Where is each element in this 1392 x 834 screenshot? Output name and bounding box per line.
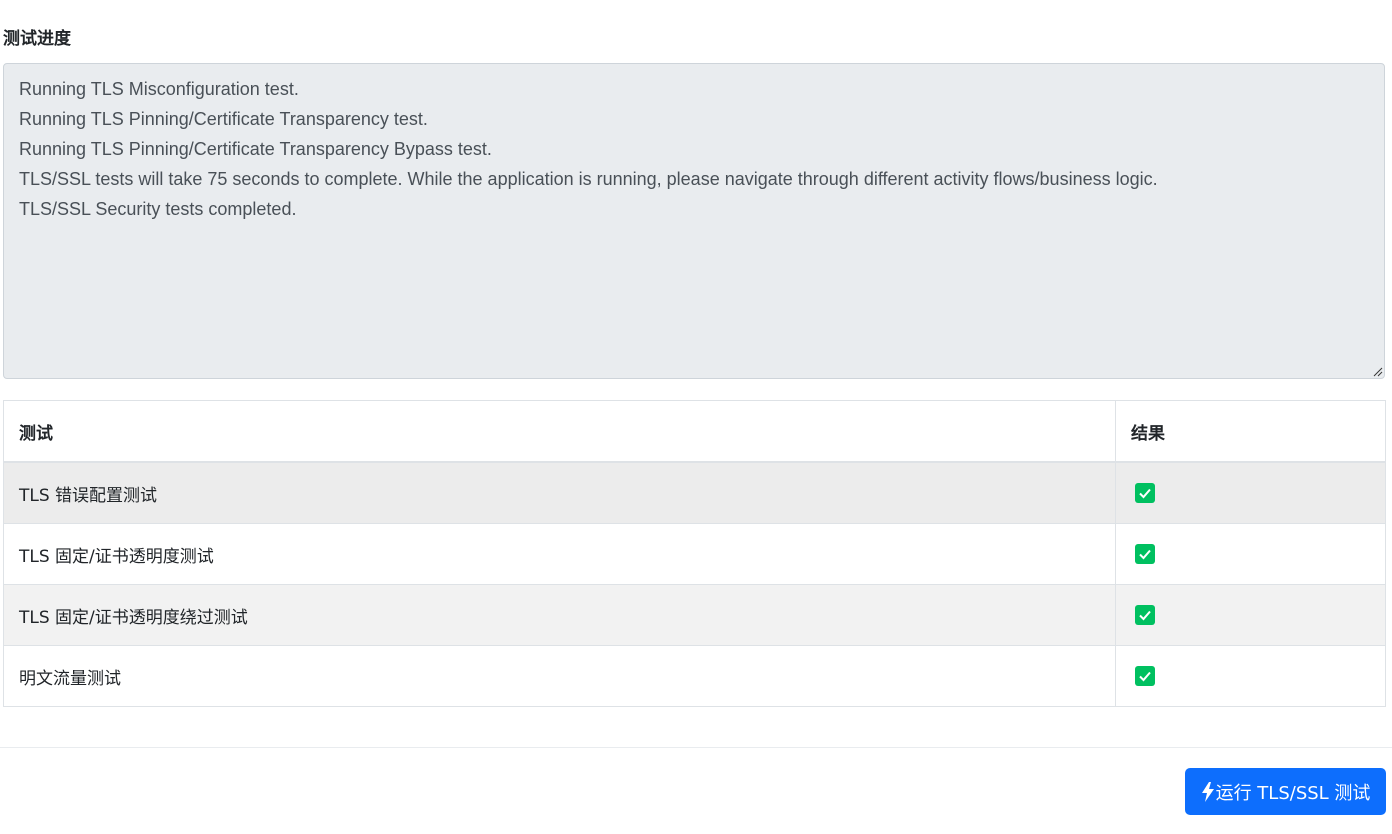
log-line: TLS/SSL Security tests completed.: [19, 199, 297, 219]
run-tls-ssl-test-button[interactable]: 运行 TLS/SSL 测试: [1185, 768, 1386, 815]
test-name-cell: TLS 固定/证书透明度绕过测试: [3, 584, 1116, 646]
check-icon: [1135, 605, 1155, 625]
progress-label: 测试进度: [3, 29, 71, 49]
result-cell: [1115, 645, 1386, 707]
column-header-test: 测试: [3, 400, 1116, 463]
log-line: Running TLS Misconfiguration test.: [19, 79, 299, 99]
run-button-label: 运行 TLS/SSL 测试: [1215, 782, 1371, 804]
test-name-cell: TLS 固定/证书透明度测试: [3, 523, 1116, 585]
resize-grip-icon[interactable]: [1372, 366, 1383, 377]
results-table: 测试 结果 TLS 错误配置测试 TLS 固定/证书透明度测试 TLS 固定/证…: [3, 400, 1386, 707]
check-icon: [1135, 483, 1155, 503]
log-line: TLS/SSL tests will take 75 seconds to co…: [19, 169, 1158, 189]
table-row: 明文流量测试: [3, 645, 1386, 707]
tls-ssl-test-panel: 测试进度 Running TLS Misconfiguration test. …: [0, 0, 1392, 834]
test-log-textarea[interactable]: Running TLS Misconfiguration test. Runni…: [3, 63, 1385, 379]
bolt-icon: [1201, 781, 1214, 802]
table-row: TLS 错误配置测试: [3, 461, 1386, 524]
table-row: TLS 固定/证书透明度绕过测试: [3, 584, 1386, 646]
result-cell: [1115, 523, 1386, 585]
table-header-row: 测试 结果: [3, 400, 1386, 463]
column-header-result: 结果: [1115, 400, 1386, 463]
footer-divider: [0, 747, 1392, 748]
log-line: Running TLS Pinning/Certificate Transpar…: [19, 109, 428, 129]
log-line: Running TLS Pinning/Certificate Transpar…: [19, 139, 492, 159]
table-row: TLS 固定/证书透明度测试: [3, 523, 1386, 585]
result-cell: [1115, 584, 1386, 646]
test-name-cell: 明文流量测试: [3, 645, 1116, 707]
check-icon: [1135, 666, 1155, 686]
test-name-cell: TLS 错误配置测试: [3, 461, 1116, 524]
result-cell: [1115, 461, 1386, 524]
check-icon: [1135, 544, 1155, 564]
